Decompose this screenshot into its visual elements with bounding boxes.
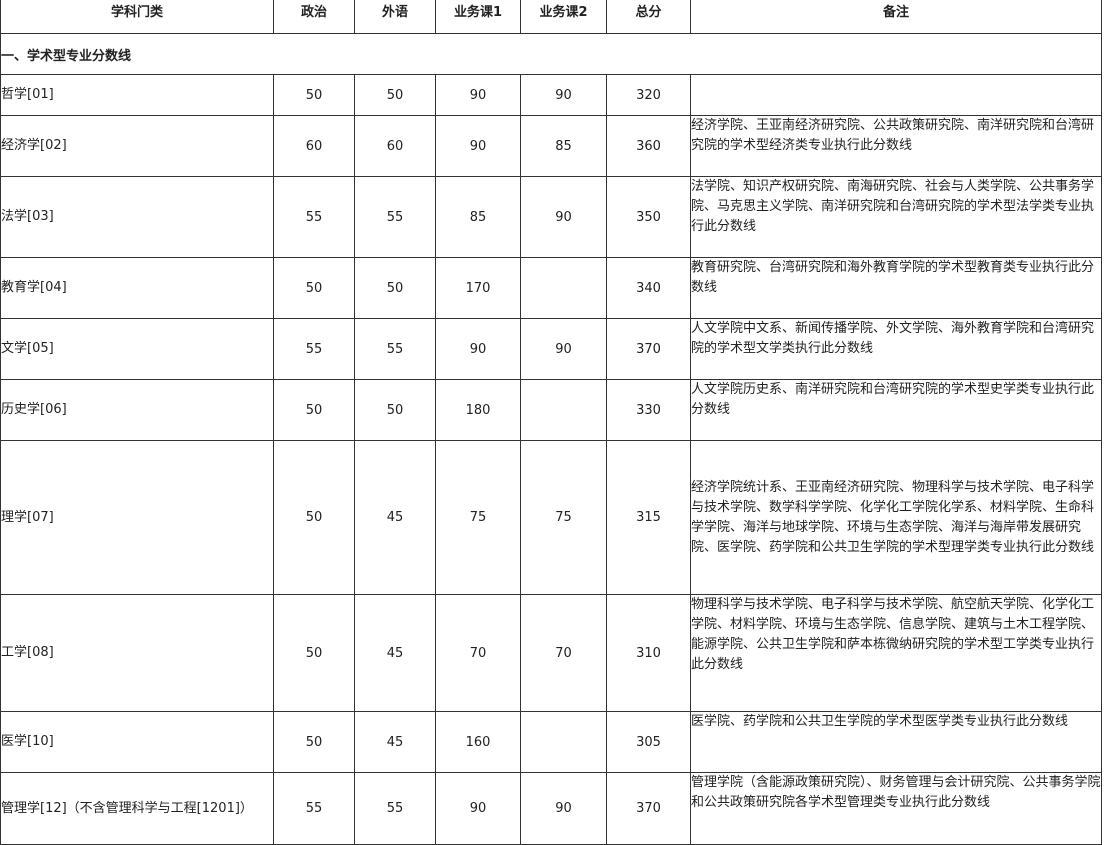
cell-course1: 160 <box>435 711 521 773</box>
cell-total: 305 <box>606 711 691 773</box>
cell-politics: 50 <box>273 257 355 319</box>
cell-politics: 50 <box>273 594 355 712</box>
cell-course1: 90 <box>435 772 521 845</box>
table-row: 哲学[01] 50 50 90 90 320 <box>0 74 1102 116</box>
cell-language: 45 <box>354 440 436 595</box>
cell-course1: 70 <box>435 594 521 712</box>
table-row: 法学[03] 55 55 85 90 350 法学院、知识产权研究院、南海研究院… <box>0 176 1102 258</box>
cell-language: 45 <box>354 594 436 712</box>
table-row: 管理学[12]（不含管理科学与工程[1201]） 55 55 90 90 370… <box>0 772 1102 845</box>
cell-subject: 理学[07] <box>0 440 274 595</box>
cell-course2 <box>520 711 607 773</box>
cell-subject: 经济学[02] <box>0 115 274 177</box>
header-course2: 业务课2 <box>520 0 607 34</box>
cell-course2: 90 <box>520 74 607 116</box>
cell-total: 310 <box>606 594 691 712</box>
cell-course1: 85 <box>435 176 521 258</box>
cell-politics: 55 <box>273 176 355 258</box>
cell-politics: 50 <box>273 711 355 773</box>
cell-subject: 哲学[01] <box>0 74 274 116</box>
table-row: 教育学[04] 50 50 170 340 教育研究院、台湾研究院和海外教育学院… <box>0 257 1102 319</box>
cell-total: 320 <box>606 74 691 116</box>
cell-subject: 工学[08] <box>0 594 274 712</box>
cell-language: 50 <box>354 257 436 319</box>
cell-course2: 90 <box>520 772 607 845</box>
cell-politics: 50 <box>273 379 355 441</box>
cell-language: 60 <box>354 115 436 177</box>
header-politics: 政治 <box>273 0 355 34</box>
cell-subject: 医学[10] <box>0 711 274 773</box>
cell-language: 45 <box>354 711 436 773</box>
cell-total: 315 <box>606 440 691 595</box>
table-row: 理学[07] 50 45 75 75 315 经济学院统计系、王亚南经济研究院、… <box>0 440 1102 595</box>
header-row: 学科门类 政治 外语 业务课1 业务课2 总分 备注 <box>0 0 1102 34</box>
cell-course1: 90 <box>435 115 521 177</box>
cell-total: 370 <box>606 318 691 380</box>
cell-total: 370 <box>606 772 691 845</box>
cell-subject: 文学[05] <box>0 318 274 380</box>
cell-language: 55 <box>354 176 436 258</box>
header-subject: 学科门类 <box>0 0 274 34</box>
cell-course1: 180 <box>435 379 521 441</box>
cell-note: 经济学院统计系、王亚南经济研究院、物理科学与技术学院、电子科学与技术学院、数学科… <box>690 440 1102 595</box>
header-course1: 业务课1 <box>435 0 521 34</box>
cell-note: 教育研究院、台湾研究院和海外教育学院的学术型教育类专业执行此分数线 <box>690 257 1102 319</box>
cell-politics: 55 <box>273 772 355 845</box>
cell-total: 340 <box>606 257 691 319</box>
cell-course2: 70 <box>520 594 607 712</box>
cell-note: 物理科学与技术学院、电子科学与技术学院、航空航天学院、化学化工学院、材料学院、环… <box>690 594 1102 712</box>
cell-note: 管理学院（含能源政策研究院）、财务管理与会计研究院、公共事务学院和公共政策研究院… <box>690 772 1102 845</box>
section-row: 一、学术型专业分数线 <box>0 33 1102 75</box>
cell-course2: 85 <box>520 115 607 177</box>
score-table: 学科门类 政治 外语 业务课1 业务课2 总分 备注 一、学术型专业分数线 哲学… <box>0 0 1102 845</box>
cell-course2 <box>520 257 607 319</box>
table-row: 历史学[06] 50 50 180 330 人文学院历史系、南洋研究院和台湾研究… <box>0 379 1102 441</box>
cell-language: 50 <box>354 379 436 441</box>
cell-course2: 90 <box>520 318 607 380</box>
table-row: 工学[08] 50 45 70 70 310 物理科学与技术学院、电子科学与技术… <box>0 594 1102 712</box>
cell-course2: 75 <box>520 440 607 595</box>
header-note: 备注 <box>690 0 1102 34</box>
cell-subject: 教育学[04] <box>0 257 274 319</box>
cell-course1: 75 <box>435 440 521 595</box>
table-row: 文学[05] 55 55 90 90 370 人文学院中文系、新闻传播学院、外文… <box>0 318 1102 380</box>
cell-total: 350 <box>606 176 691 258</box>
cell-note: 人文学院中文系、新闻传播学院、外文学院、海外教育学院和台湾研究院的学术型文学类执… <box>690 318 1102 380</box>
section-title: 一、学术型专业分数线 <box>0 33 1102 75</box>
cell-politics: 50 <box>273 74 355 116</box>
cell-subject: 历史学[06] <box>0 379 274 441</box>
cell-course1: 170 <box>435 257 521 319</box>
cell-note: 经济学院、王亚南经济研究院、公共政策研究院、南洋研究院和台湾研究院的学术型经济类… <box>690 115 1102 177</box>
cell-subject: 法学[03] <box>0 176 274 258</box>
cell-language: 55 <box>354 318 436 380</box>
cell-total: 360 <box>606 115 691 177</box>
cell-note: 法学院、知识产权研究院、南海研究院、社会与人类学院、公共事务学院、马克思主义学院… <box>690 176 1102 258</box>
cell-subject: 管理学[12]（不含管理科学与工程[1201]） <box>0 772 274 845</box>
header-language: 外语 <box>354 0 436 34</box>
cell-total: 330 <box>606 379 691 441</box>
cell-course2: 90 <box>520 176 607 258</box>
cell-note <box>690 74 1102 116</box>
table-row: 医学[10] 50 45 160 305 医学院、药学院和公共卫生学院的学术型医… <box>0 711 1102 773</box>
cell-politics: 55 <box>273 318 355 380</box>
cell-course2 <box>520 379 607 441</box>
cell-politics: 60 <box>273 115 355 177</box>
cell-note: 人文学院历史系、南洋研究院和台湾研究院的学术型史学类专业执行此分数线 <box>690 379 1102 441</box>
cell-politics: 50 <box>273 440 355 595</box>
cell-language: 55 <box>354 772 436 845</box>
cell-language: 50 <box>354 74 436 116</box>
cell-note: 医学院、药学院和公共卫生学院的学术型医学类专业执行此分数线 <box>690 711 1102 773</box>
page: 学科门类 政治 外语 业务课1 业务课2 总分 备注 一、学术型专业分数线 哲学… <box>0 0 1102 845</box>
cell-course1: 90 <box>435 74 521 116</box>
table-row: 经济学[02] 60 60 90 85 360 经济学院、王亚南经济研究院、公共… <box>0 115 1102 177</box>
header-total: 总分 <box>606 0 691 34</box>
cell-course1: 90 <box>435 318 521 380</box>
